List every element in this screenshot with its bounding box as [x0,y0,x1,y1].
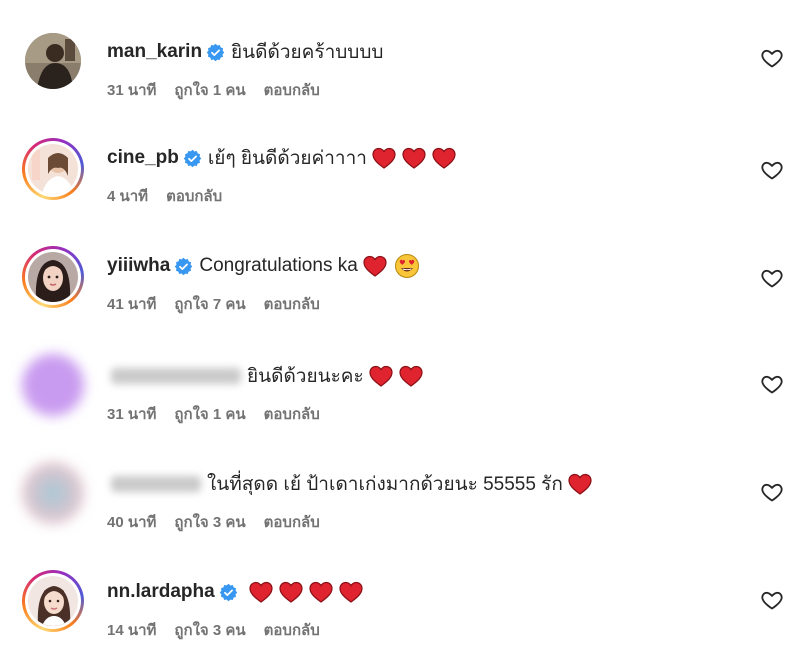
red-heart-emoji-icon [308,580,334,604]
avatar[interactable] [22,570,84,632]
red-heart-emoji-icon [278,580,304,604]
comment-meta: 4 นาที ตอบกลับ [107,184,222,208]
reply-button[interactable]: ตอบกลับ [264,402,320,426]
comment-text: ยินดีด้วยนะคะ [247,366,364,387]
comment-time: 31 นาที [107,82,157,99]
likes-count[interactable]: ถูกใจ 1 คน [174,402,245,426]
blurred-username[interactable] [111,368,241,384]
heart-outline-icon[interactable] [760,588,784,612]
verified-badge-icon [183,149,202,167]
comment-meta: 40 นาที ถูกใจ 3 คน ตอบกลับ [107,510,320,534]
heart-outline-icon[interactable] [760,480,784,504]
heart-outline-icon[interactable] [760,46,784,70]
heart-outline-icon[interactable] [760,372,784,396]
comment-username[interactable]: yiiiwha [107,255,170,277]
comment-item: ในที่สุดด เย้ ป้าเดาเก่งมากด้วยนะ 55555 … [0,460,800,560]
likes-count[interactable]: ถูกใจ 1 คน [174,78,245,102]
red-heart-emoji-icon [368,364,394,388]
comment-main-line: cine_pb เย้ๆ ยินดีด้วยค่าาาา [107,144,457,172]
avatar[interactable] [22,462,84,524]
comment-meta: 14 นาที ถูกใจ 3 คน ตอบกลับ [107,618,320,642]
reply-button[interactable]: ตอบกลับ [166,184,222,208]
comment-text: Congratulations ka [199,255,358,276]
comment-username[interactable]: man_karin [107,41,202,63]
reply-button[interactable]: ตอบกลับ [264,510,320,534]
comment-username[interactable]: cine_pb [107,147,179,169]
avatar[interactable] [22,246,84,308]
red-heart-emoji-icon [431,146,457,170]
red-heart-emoji-icon [338,580,364,604]
heart-outline-icon[interactable] [760,266,784,290]
comment-text: ในที่สุดด เย้ ป้าเดาเก่งมากด้วยนะ 55555 … [207,474,563,495]
reply-button[interactable]: ตอบกลับ [264,78,320,102]
heart-outline-icon[interactable] [760,158,784,182]
comment-list: man_karin ยินดีด้วยคร้าบบบบ 31 นาที ถูกใ… [0,0,800,670]
red-heart-emoji-icon [398,364,424,388]
verified-badge-icon [206,43,225,61]
red-heart-emoji-icon [248,580,274,604]
red-heart-emoji-icon [371,146,397,170]
comment-item: yiiiwha Congratulations ka 41 นาที ถูกใจ… [0,242,800,342]
comment-time: 41 นาที [107,296,157,313]
comment-text: เย้ๆ ยินดีด้วยค่าาาา [207,148,367,169]
comment-main-line: yiiiwha Congratulations ka [107,252,420,280]
likes-count[interactable]: ถูกใจ 3 คน [174,618,245,642]
comment-text: ยินดีด้วยคร้าบบบบ [231,42,384,63]
avatar[interactable] [22,138,84,200]
comment-meta: 41 นาที ถูกใจ 7 คน ตอบกลับ [107,292,320,316]
likes-count[interactable]: ถูกใจ 3 คน [174,510,245,534]
avatar[interactable] [25,33,81,89]
heart-eyes-face-emoji-icon [394,253,420,279]
reply-button[interactable]: ตอบกลับ [264,618,320,642]
comment-main-line: ยินดีด้วยนะคะ [107,362,424,390]
comment-time: 40 นาที [107,514,157,531]
verified-badge-icon [219,583,237,601]
verified-badge-icon [175,257,193,275]
blurred-username[interactable] [111,476,201,492]
comment-item: nn.lardapha 14 นาที ถูกใจ 3 คน ตอบกลับ [0,568,800,668]
comment-main-line: nn.lardapha [107,578,364,606]
comment-meta: 31 นาที ถูกใจ 1 คน ตอบกลับ [107,402,320,426]
comment-item: ยินดีด้วยนะคะ 31 นาที ถูกใจ 1 คน ตอบกลับ [0,352,800,452]
avatar[interactable] [22,354,84,416]
comment-time: 14 นาที [107,622,157,639]
comment-username[interactable]: nn.lardapha [107,581,215,603]
red-heart-emoji-icon [567,472,593,496]
comment-main-line: man_karin ยินดีด้วยคร้าบบบบ [107,38,383,66]
comment-main-line: ในที่สุดด เย้ ป้าเดาเก่งมากด้วยนะ 55555 … [107,470,593,498]
comment-meta: 31 นาที ถูกใจ 1 คน ตอบกลับ [107,78,320,102]
red-heart-emoji-icon [401,146,427,170]
likes-count[interactable]: ถูกใจ 7 คน [174,292,245,316]
comment-item: man_karin ยินดีด้วยคร้าบบบบ 31 นาที ถูกใ… [0,28,800,128]
comment-time: 31 นาที [107,406,157,423]
red-heart-emoji-icon [362,254,388,278]
comment-time: 4 นาที [107,188,149,205]
reply-button[interactable]: ตอบกลับ [264,292,320,316]
comment-item: cine_pb เย้ๆ ยินดีด้วยค่าาาา 4 นาที ตอบก… [0,134,800,234]
